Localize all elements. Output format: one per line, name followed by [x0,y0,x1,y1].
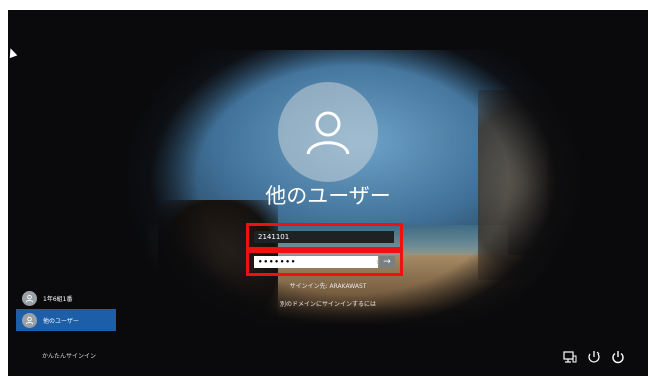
user-avatar-small-icon [22,290,37,306]
user-avatar-icon [278,82,378,182]
power-icon[interactable] [611,350,625,364]
highlight-box-username [246,223,403,250]
accessibility-icon[interactable] [587,350,601,364]
highlight-box-password [246,250,403,276]
user-avatar-small-icon [22,312,37,328]
user-name-title: 他のユーザー [265,184,391,208]
network-icon[interactable] [563,350,577,364]
user-list-item[interactable]: 他のユーザー [16,309,116,331]
user-list-label: 1年6組1番 [43,295,73,303]
lock-screen: 他のユーザー 2141101 ••••••• ◉ → サインイン先: ARAKA… [8,10,648,376]
user-list: 1年6組1番 他のユーザー [16,287,116,331]
other-domain-link[interactable]: 別のドメインにサインインするには [238,299,418,308]
sign-in-target-text: サインイン先: ARAKAWAST [289,283,367,290]
user-list-label: 他のユーザー [43,317,79,325]
system-icons [563,350,625,364]
easy-signin-link[interactable]: かんたんサインイン [42,351,96,360]
user-list-item[interactable]: 1年6組1番 [16,287,116,309]
